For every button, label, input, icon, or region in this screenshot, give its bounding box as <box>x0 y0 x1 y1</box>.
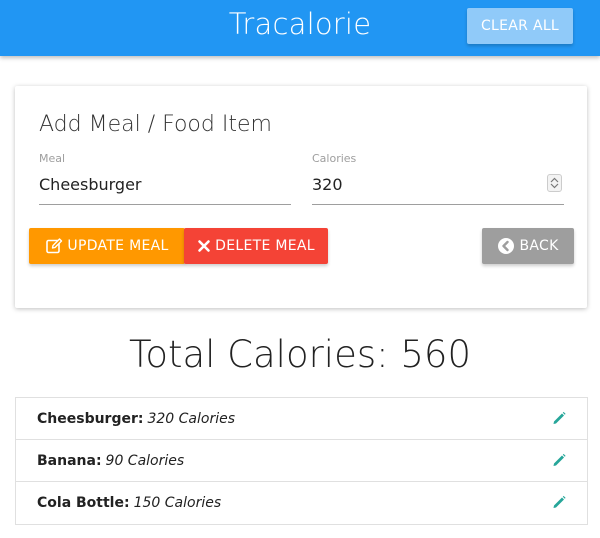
form-title: Add Meal / Food Item <box>39 112 272 137</box>
back-button[interactable]: BACK <box>482 228 574 264</box>
update-meal-button[interactable]: UPDATE MEAL <box>29 228 185 264</box>
pencil-icon[interactable] <box>551 452 567 468</box>
item-calories: 150 Calories <box>133 495 222 511</box>
update-meal-label: UPDATE MEAL <box>67 238 169 254</box>
item-name: Cheesburger: <box>37 410 144 427</box>
meal-input[interactable]: Cheesburger <box>39 175 142 194</box>
delete-meal-label: DELETE MEAL <box>215 238 315 254</box>
calories-field-label: Calories <box>312 152 357 165</box>
pencil-icon[interactable] <box>551 494 567 510</box>
calories-input[interactable]: 320 <box>312 175 343 194</box>
meal-input-underline <box>39 204 291 205</box>
close-icon <box>198 240 210 252</box>
list-item: Banana: 90 Calories <box>16 440 587 482</box>
clear-all-button[interactable]: CLEAR ALL <box>467 8 573 44</box>
chevron-left-circle-icon <box>498 238 515 254</box>
list-item: Cheesburger: 320 Calories <box>16 398 587 440</box>
meal-list: Cheesburger: 320 Calories Banana: 90 Cal… <box>15 397 588 525</box>
total-calories: Total Calories: 560 <box>129 333 471 376</box>
navbar: Tracalorie CLEAR ALL <box>0 0 600 56</box>
meal-field-label: Meal <box>39 152 66 165</box>
item-calories: 320 Calories <box>147 410 236 427</box>
item-calories: 90 Calories <box>105 452 185 469</box>
item-name: Banana: <box>37 452 102 469</box>
list-item: Cola Bottle: 150 Calories <box>16 482 587 524</box>
item-name: Cola Bottle: <box>37 495 130 511</box>
back-label: BACK <box>519 238 559 254</box>
delete-meal-button[interactable]: DELETE MEAL <box>184 228 328 264</box>
pencil-icon[interactable] <box>551 410 567 426</box>
edit-square-icon <box>46 238 63 254</box>
calories-stepper[interactable] <box>547 174 562 192</box>
stepper-down-icon[interactable] <box>550 183 559 189</box>
meal-form-card: Add Meal / Food Item Meal Cheesburger Ca… <box>15 86 587 308</box>
calories-input-underline <box>312 204 564 205</box>
